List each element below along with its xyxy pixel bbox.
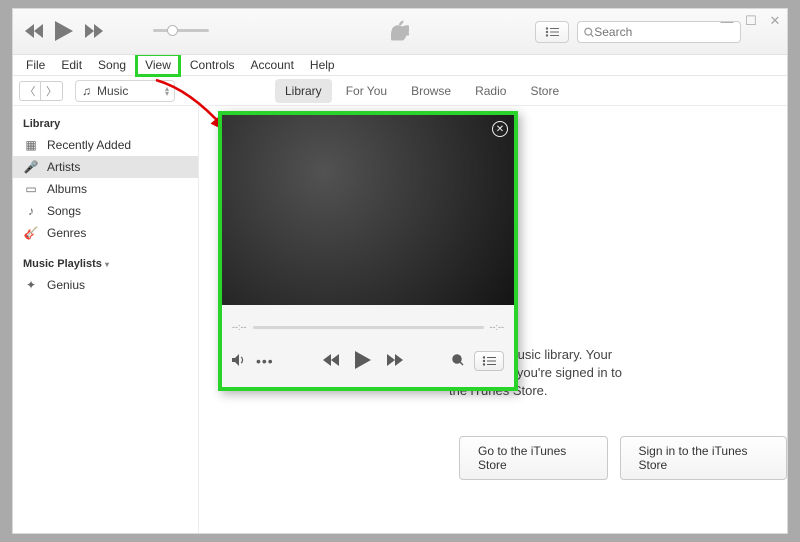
volume-slider[interactable] <box>153 29 209 32</box>
mini-prev-button[interactable] <box>323 354 339 369</box>
tab-library[interactable]: Library <box>275 79 332 103</box>
time-remaining: --:-- <box>490 322 505 332</box>
sidebar-item-label: Songs <box>47 204 81 218</box>
sidebar-item-genius[interactable]: ✦ Genius <box>13 274 198 296</box>
menu-view[interactable]: View <box>135 53 181 77</box>
play-button[interactable] <box>55 21 73 44</box>
next-button[interactable] <box>85 24 103 41</box>
go-to-store-button[interactable]: Go to the iTunes Store <box>459 436 608 480</box>
titlebar: — ☐ ✕ <box>13 9 787 55</box>
sidebar-item-genres[interactable]: 🎸 Genres <box>13 222 198 244</box>
menu-edit[interactable]: Edit <box>54 56 89 74</box>
sidebar-item-songs[interactable]: ♪ Songs <box>13 200 198 222</box>
sidebar-item-label: Genres <box>47 226 86 240</box>
search-icon <box>584 27 594 38</box>
media-selector[interactable]: ♫ Music ▴▾ <box>75 80 175 102</box>
apple-logo-icon <box>391 20 409 43</box>
menu-help[interactable]: Help <box>303 56 342 74</box>
mini-play-button[interactable] <box>355 351 371 372</box>
minimize-button[interactable]: — <box>721 15 733 27</box>
tab-for-you[interactable]: For You <box>336 79 397 103</box>
sidebar-item-recently-added[interactable]: ▦ Recently Added <box>13 134 198 156</box>
calendar-icon: ▦ <box>23 138 39 152</box>
sign-in-store-button[interactable]: Sign in to the iTunes Store <box>620 436 788 480</box>
menu-file[interactable]: File <box>19 56 52 74</box>
guitar-icon: 🎸 <box>23 226 39 240</box>
mini-player-art: ✕ <box>222 115 514 305</box>
sidebar: Library ▦ Recently Added 🎤 Artists ▭ Alb… <box>13 106 199 533</box>
close-button[interactable]: ✕ <box>769 15 781 27</box>
mini-next-button[interactable] <box>387 354 403 369</box>
prev-button[interactable] <box>25 24 43 41</box>
album-icon: ▭ <box>23 182 39 196</box>
nav-back-button[interactable]: 〈 <box>19 81 41 101</box>
sidebar-section-library: Library <box>13 114 198 134</box>
mini-more-icon[interactable]: ••• <box>256 353 274 369</box>
nav-forward-button[interactable]: 〉 <box>41 81 63 101</box>
menu-account[interactable]: Account <box>244 56 301 74</box>
tab-store[interactable]: Store <box>520 79 569 103</box>
menu-song[interactable]: Song <box>91 56 133 74</box>
mini-search-icon[interactable] <box>452 354 464 369</box>
sidebar-item-label: Albums <box>47 182 87 196</box>
list-view-button[interactable] <box>535 21 569 43</box>
mini-player-close-button[interactable]: ✕ <box>492 121 508 137</box>
sidebar-item-label: Artists <box>47 160 80 174</box>
sidebar-item-label: Genius <box>47 278 85 292</box>
mini-player-progress[interactable]: --:-- --:-- <box>232 322 504 332</box>
maximize-button[interactable]: ☐ <box>745 15 757 27</box>
sidebar-item-albums[interactable]: ▭ Albums <box>13 178 198 200</box>
music-note-icon: ♫ <box>82 84 91 98</box>
tab-browse[interactable]: Browse <box>401 79 461 103</box>
itunes-window: — ☐ ✕ File Edit Song View Controls Accou… <box>12 8 788 534</box>
mini-up-next-button[interactable] <box>474 351 504 371</box>
media-selector-label: Music <box>97 84 128 98</box>
mini-volume-icon[interactable] <box>232 354 246 369</box>
tabs-row: 〈 〉 ♫ Music ▴▾ Library For You Browse Ra… <box>13 76 787 106</box>
search-input[interactable] <box>577 21 741 43</box>
sidebar-item-artists[interactable]: 🎤 Artists <box>13 156 198 178</box>
chevron-down-icon: ▾ <box>105 260 109 269</box>
note-icon: ♪ <box>23 204 39 218</box>
sidebar-section-playlists: Music Playlists ▾ <box>13 254 198 274</box>
tab-radio[interactable]: Radio <box>465 79 516 103</box>
mic-icon: 🎤 <box>23 160 39 174</box>
time-elapsed: --:-- <box>232 322 247 332</box>
menu-controls[interactable]: Controls <box>183 56 242 74</box>
mini-player: ✕ --:-- --:-- ••• <box>218 111 518 391</box>
chevron-updown-icon: ▴▾ <box>165 86 169 96</box>
sidebar-item-label: Recently Added <box>47 138 131 152</box>
genius-icon: ✦ <box>23 278 39 292</box>
menubar: File Edit Song View Controls Account Hel… <box>13 55 787 75</box>
